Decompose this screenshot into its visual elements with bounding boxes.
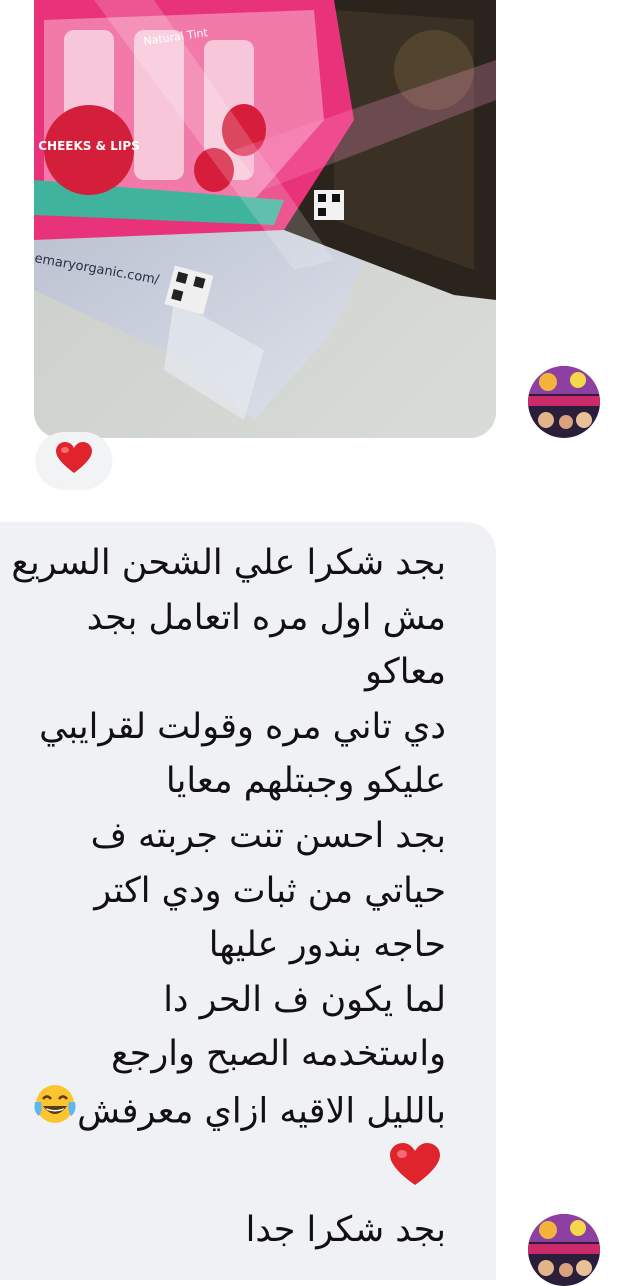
heart-icon: [56, 442, 92, 478]
message-line: بجد احسن تنت جربته ف: [90, 815, 446, 856]
sender-avatar[interactable]: [528, 366, 600, 438]
message-line: بجد شكرا علي الشحن السريع: [11, 543, 446, 583]
message-line: دي تاني مره وقولت لقرايبي: [39, 706, 446, 747]
message-line-with-emoji: بالليل الاقيه ازاي معرفش: [6, 1082, 446, 1143]
message-line: عليكو وجبتلهم معايا: [165, 761, 446, 802]
photo-box-label: CHEEKS & LIPS: [38, 139, 140, 153]
message-line: حياتي من ثبات ودي اكتر: [94, 870, 446, 911]
sender-avatar[interactable]: [528, 1214, 600, 1286]
message-line: مش اول مره اتعامل بجد: [86, 597, 446, 638]
heart-reaction[interactable]: [36, 432, 112, 488]
tears-of-joy-icon: [33, 1082, 77, 1143]
attached-photo[interactable]: CHEEKS & LIPS Natural Tint emaryorganic.…: [34, 0, 496, 438]
message-line: حاجه بندور عليها: [208, 925, 446, 966]
message-line: لما يكون ف الحر دا: [163, 979, 446, 1020]
message-line: بالليل الاقيه ازاي معرفش: [77, 1091, 446, 1132]
heart-icon: [390, 1142, 440, 1204]
message-line: بجد شكرا جدا: [245, 1210, 446, 1251]
message-text: بجد شكرا علي الشحن السريع مش اول مره اتع…: [6, 536, 446, 1258]
message-line: معاكو: [364, 652, 446, 693]
message-line: واستخدمه الصبح وارجع: [111, 1034, 446, 1075]
message-line-heart: [6, 1142, 446, 1204]
message-bubble[interactable]: بجد شكرا علي الشحن السريع مش اول مره اتع…: [0, 522, 496, 1280]
